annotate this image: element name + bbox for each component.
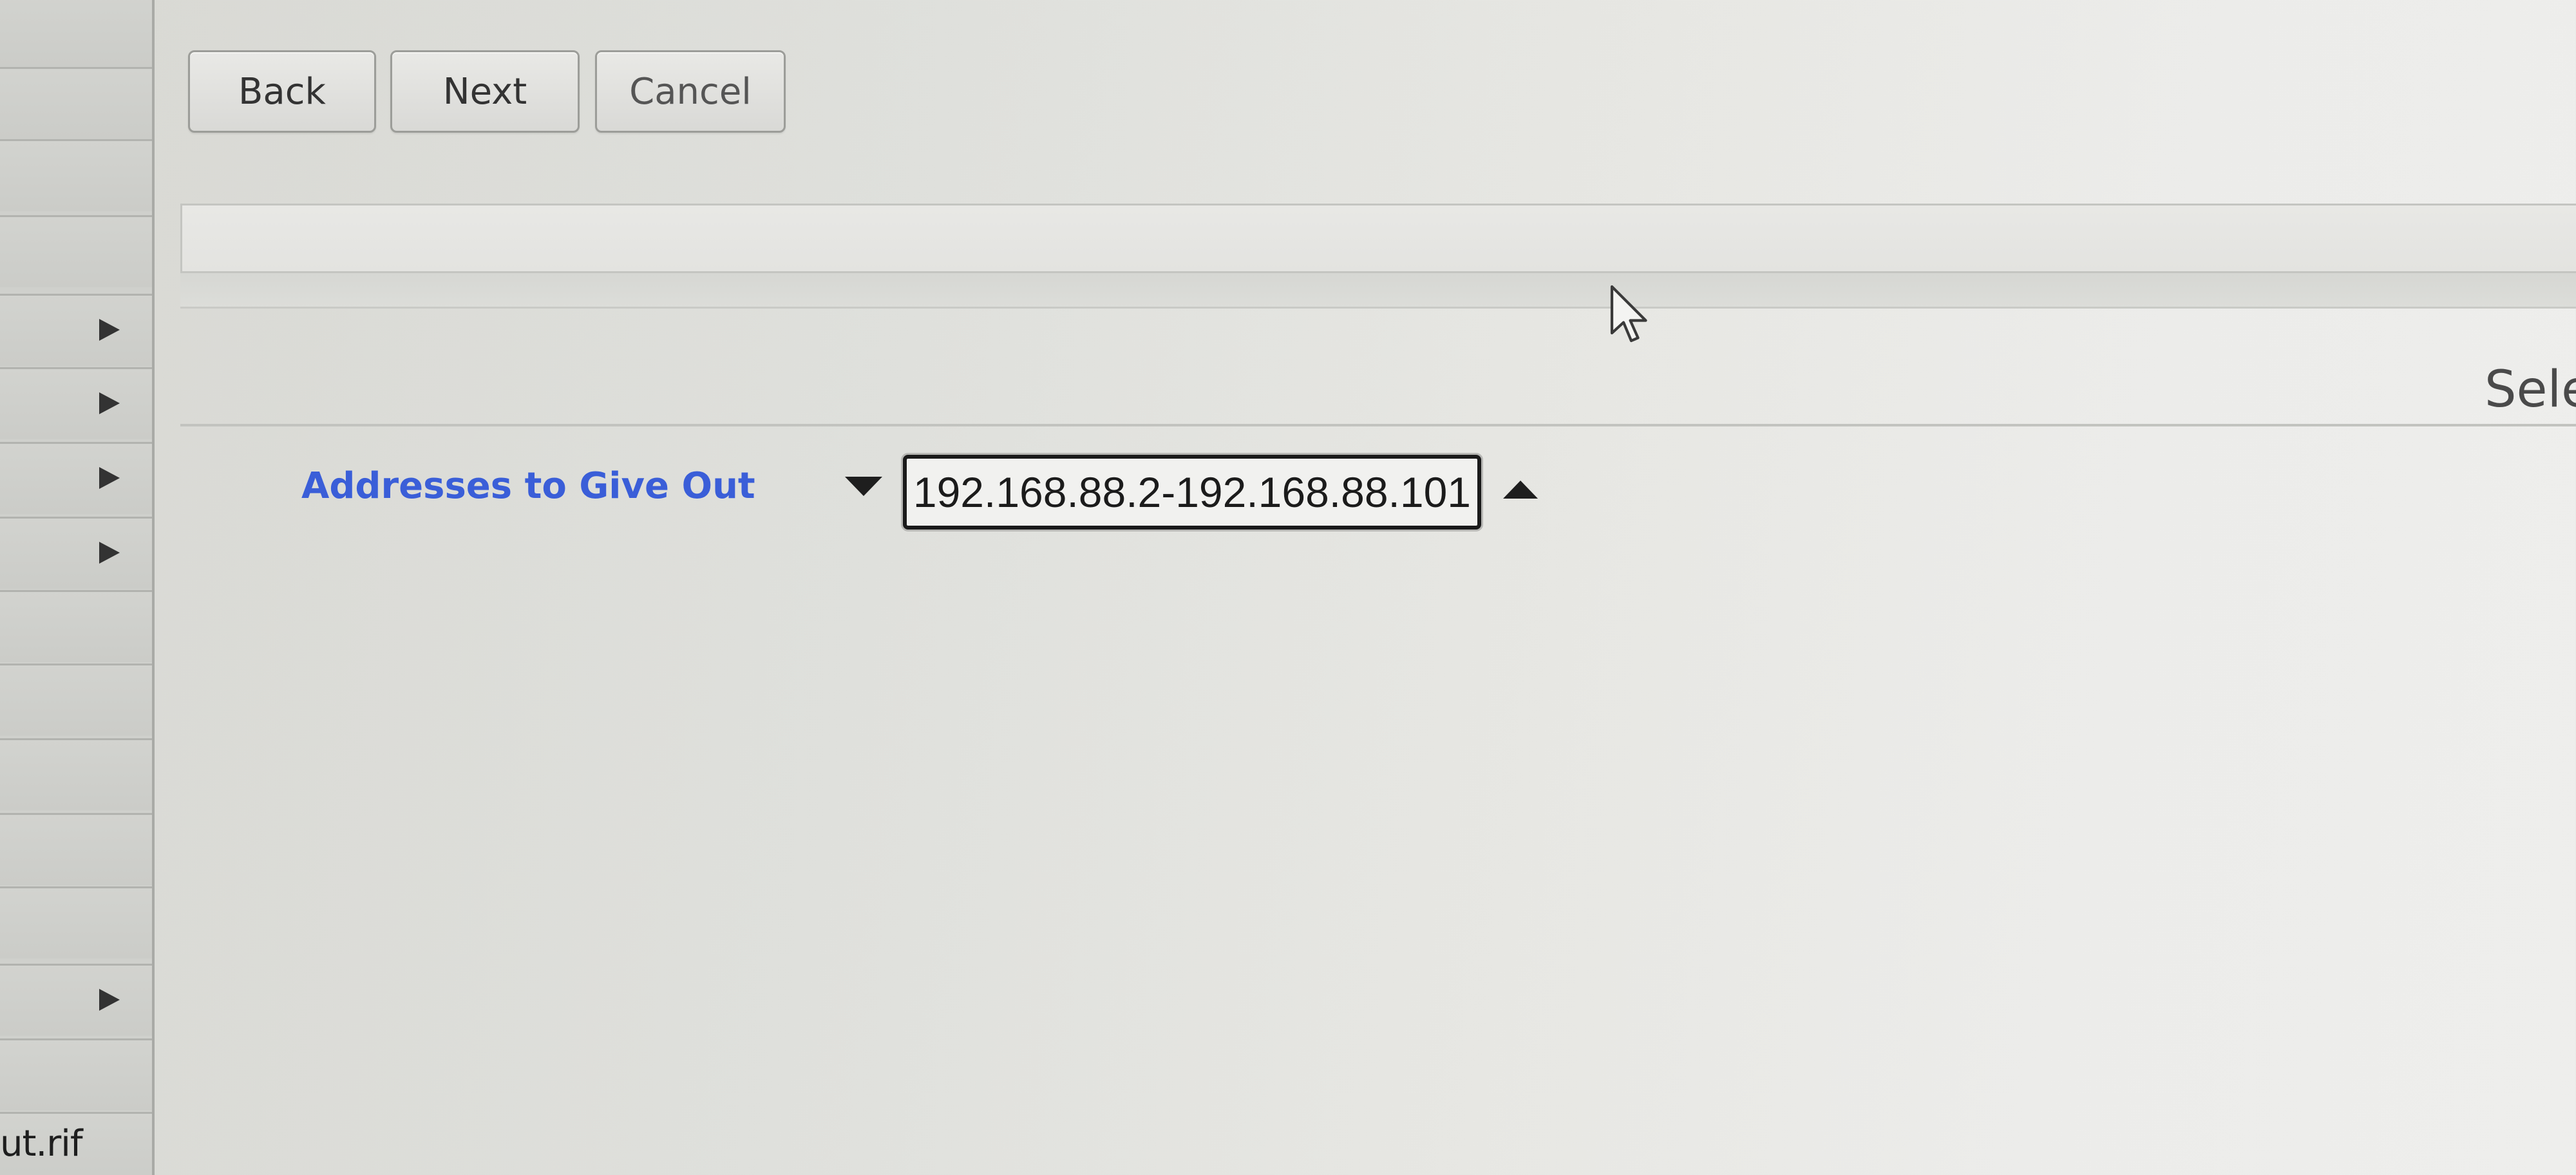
sidebar-row[interactable] <box>0 367 152 439</box>
divider <box>180 424 2576 426</box>
divider <box>180 307 2576 309</box>
triangle-right-icon[interactable] <box>99 467 120 489</box>
sidebar-row[interactable] <box>0 738 152 810</box>
sidebar-row[interactable] <box>0 517 152 589</box>
triangle-down-icon[interactable] <box>845 477 882 496</box>
sidebar-row[interactable] <box>0 442 152 514</box>
sidebar-row[interactable] <box>0 813 152 885</box>
header-panel-shadow <box>180 273 2576 307</box>
sidebar-file-name: ut.rif <box>0 1123 83 1165</box>
sidebar: ut.rif <box>0 0 155 1175</box>
header-panel <box>180 204 2576 273</box>
sidebar-row[interactable] <box>0 0 152 67</box>
addresses-field-label[interactable]: Addresses to Give Out <box>301 465 755 507</box>
next-button[interactable]: Next <box>390 50 580 133</box>
back-button[interactable]: Back <box>188 50 376 133</box>
triangle-up-icon[interactable] <box>1503 481 1538 499</box>
triangle-right-icon[interactable] <box>99 989 120 1011</box>
sidebar-row[interactable] <box>0 590 152 662</box>
sidebar-row[interactable] <box>0 1038 152 1111</box>
mouse-pointer-icon <box>1610 285 1647 343</box>
address-range-value: 192.168.88.2-192.168.88.101 <box>913 468 1471 516</box>
address-range-input[interactable]: 192.168.88.2-192.168.88.101 <box>903 455 1481 530</box>
triangle-right-icon[interactable] <box>99 319 120 341</box>
sidebar-row[interactable] <box>0 67 152 139</box>
sidebar-row[interactable] <box>0 294 152 366</box>
sidebar-row[interactable] <box>0 886 152 959</box>
triangle-right-icon[interactable] <box>99 392 120 414</box>
cancel-button[interactable]: Cancel <box>595 50 786 133</box>
sidebar-row[interactable] <box>0 139 152 211</box>
sidebar-row[interactable] <box>0 964 152 1036</box>
sidebar-row[interactable] <box>0 664 152 736</box>
triangle-right-icon[interactable] <box>99 542 120 564</box>
section-heading-partial: Sele <box>2485 361 2576 419</box>
sidebar-row[interactable] <box>0 215 152 287</box>
